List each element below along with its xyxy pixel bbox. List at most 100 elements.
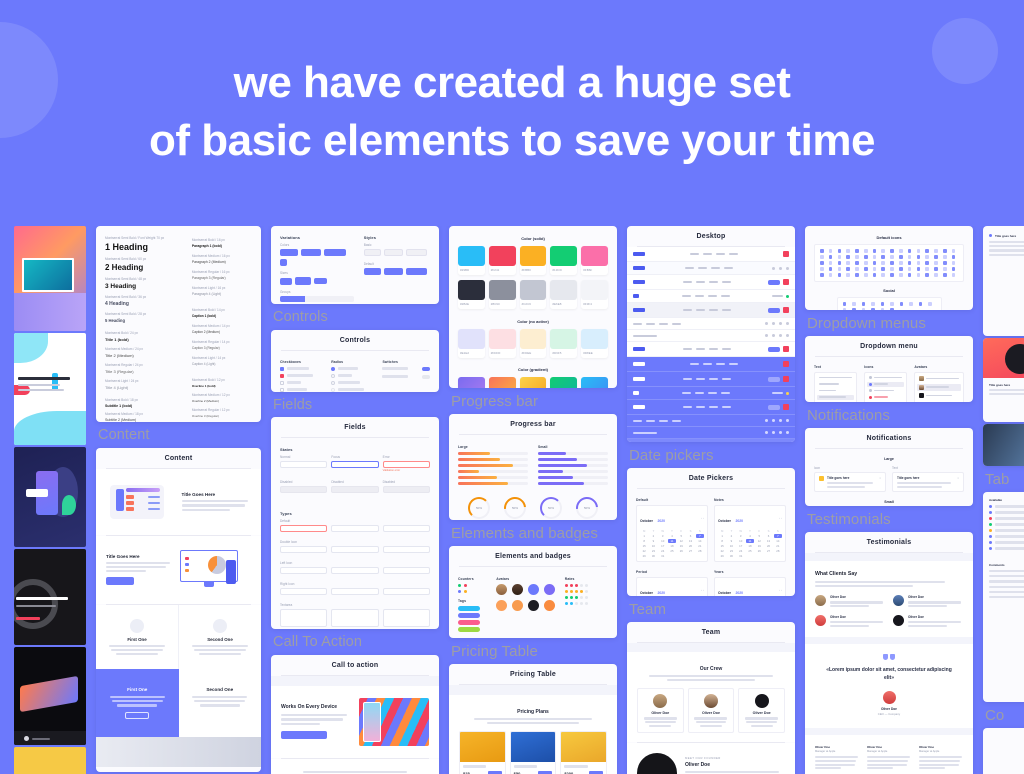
preview-thumbnail-yellow[interactable] xyxy=(14,747,86,774)
calendar-notes[interactable]: October 2020 ‹ › MTWTFSS 1234567 8 9 10 11 12… xyxy=(714,505,786,562)
content-cta-button[interactable] xyxy=(125,711,150,719)
button-small[interactable] xyxy=(280,277,292,285)
preview-thumbnail-landing-light[interactable] xyxy=(14,333,86,445)
field-error[interactable] xyxy=(382,461,430,468)
field-focus[interactable] xyxy=(331,461,379,468)
card-contacts-partial[interactable] xyxy=(983,728,1024,774)
team-member-3[interactable]: Oliver Doe xyxy=(738,688,785,733)
dropdown-avatar-list[interactable] xyxy=(914,372,964,402)
card-controls[interactable]: Controls Checkboxes Radios Switches xyxy=(271,329,439,392)
field-type-left-3[interactable] xyxy=(382,567,430,574)
button-right-icon[interactable] xyxy=(324,249,346,256)
button-default-1[interactable] xyxy=(363,268,381,275)
dropdown-item-selected[interactable] xyxy=(917,383,961,391)
button-basic-2[interactable] xyxy=(383,249,403,256)
dropdown-item-logout[interactable] xyxy=(867,395,904,400)
navbar-dark-4[interactable] xyxy=(627,400,795,415)
card-call-to-action[interactable]: Call to action Works On Every Device xyxy=(271,654,439,774)
calendar-years[interactable]: October 2020‹ › 2016 2017 2018 2019 2020… xyxy=(714,577,786,596)
card-progress-bar[interactable]: Progress bar Large Small 50% 50% 50% 50% xyxy=(449,414,617,520)
calendar-default[interactable]: October 2020 ‹ › MTWTFSS 1234567 8 9 10 11 12… xyxy=(636,505,708,562)
field-type-double-1[interactable] xyxy=(280,546,328,553)
button-default-3[interactable] xyxy=(405,268,427,275)
button-medium[interactable] xyxy=(295,277,311,285)
calendar-period[interactable]: October 2020‹ › MTWTFSS 1234567 89101112… xyxy=(636,577,708,596)
button-group-1[interactable] xyxy=(280,296,354,302)
navbar-dark-5[interactable] xyxy=(627,415,795,427)
close-icon[interactable]: × xyxy=(879,476,881,480)
team-member-2[interactable]: Oliver Doe xyxy=(687,688,735,733)
field-textarea-2[interactable] xyxy=(331,609,379,627)
content-read-more-button[interactable] xyxy=(106,577,134,586)
navbar-variant-2[interactable] xyxy=(627,262,795,275)
buy-button-1[interactable] xyxy=(487,770,502,774)
navbar-variant-4[interactable] xyxy=(627,290,795,303)
navbar-variant-6[interactable] xyxy=(627,318,795,330)
testimonial-item[interactable]: Oliver Doe xyxy=(815,595,885,608)
dropdown-item[interactable] xyxy=(817,375,854,380)
pricing-card-2[interactable]: $50 xyxy=(509,731,557,774)
card-icons[interactable]: Default icons Social xyxy=(805,226,973,310)
navbar-dark-6[interactable] xyxy=(627,427,795,439)
dropdown-item-selected[interactable] xyxy=(867,381,905,387)
card-team[interactable]: Team Our Crew Oliver Doe Oliver Doe Oliv… xyxy=(627,622,795,774)
dropdown-item[interactable] xyxy=(817,382,854,387)
notification-large-icon[interactable]: Title goes here × xyxy=(814,472,886,492)
preview-thumbnail-hero-gradient[interactable] xyxy=(14,226,86,331)
button-basic-1[interactable] xyxy=(363,249,381,256)
button-icon-only[interactable] xyxy=(280,259,287,266)
dropdown-item[interactable] xyxy=(867,388,904,393)
switch-on[interactable] xyxy=(421,366,430,371)
card-image-photo-partial[interactable] xyxy=(983,424,1024,466)
team-member-1[interactable]: Oliver Doe xyxy=(637,688,684,733)
navbar-variant-8[interactable] xyxy=(627,342,795,357)
card-image-red-partial[interactable]: Title goes here xyxy=(983,338,1024,422)
card-testimonials[interactable]: Testimonials What Clients Say Oliver Doe xyxy=(805,532,973,774)
card-tables-partial[interactable]: Title goes here xyxy=(983,226,1024,336)
field-type-left-1[interactable] xyxy=(280,567,328,574)
field-type-right-2[interactable] xyxy=(331,588,379,595)
dropdown-text-list[interactable] xyxy=(814,372,858,402)
navbar-dark-3[interactable] xyxy=(627,387,795,400)
card-date-pickers[interactable]: Date Pickers Default October 2020 ‹ › MTW… xyxy=(627,468,795,596)
navbar-dark-2[interactable] xyxy=(627,372,795,387)
dropdown-item-selected[interactable] xyxy=(817,394,855,400)
dropdown-item[interactable] xyxy=(817,388,854,393)
dropdown-item[interactable] xyxy=(917,375,961,382)
notification-large-text[interactable]: Title goes here × xyxy=(892,472,964,492)
field-textarea-3[interactable] xyxy=(382,609,430,627)
field-textarea-1[interactable] xyxy=(280,609,328,627)
buy-button-2[interactable] xyxy=(538,770,553,774)
navbar-dark-7[interactable] xyxy=(627,439,795,442)
card-fields[interactable]: Fields States Normal Focus Error Validati… xyxy=(271,417,439,629)
card-colors[interactable]: Color (solid) #29BD #F241 #FBB0 #13CD #F… xyxy=(449,226,617,388)
field-type-right-3[interactable] xyxy=(382,588,430,595)
button-tiny[interactable] xyxy=(314,278,327,284)
dropdown-item[interactable] xyxy=(917,392,961,399)
button-basic-3[interactable] xyxy=(405,249,427,256)
pricing-card-3[interactable]: $200 xyxy=(560,731,607,774)
button-default-2[interactable] xyxy=(383,268,403,275)
navbar-dark-1[interactable] xyxy=(627,357,795,372)
card-tables-list-partial[interactable]: Available Comments xyxy=(983,492,1024,702)
field-type-default-3[interactable] xyxy=(382,525,430,532)
field-type-default-1[interactable] xyxy=(280,525,328,532)
navbar-variant-1[interactable] xyxy=(627,247,795,262)
testimonial-item[interactable]: Oliver Doe xyxy=(815,615,885,628)
close-icon[interactable]: × xyxy=(957,476,959,480)
card-elements-badges[interactable]: Elements and badges Counters Tags Avatar… xyxy=(449,546,617,638)
pricing-card-1[interactable]: $25 xyxy=(459,731,506,774)
card-dropdown-menu[interactable]: Dropdown menu Text Icons Avatars xyxy=(805,336,973,402)
button-with-icon[interactable] xyxy=(301,249,321,256)
dropdown-item[interactable] xyxy=(867,375,904,380)
preview-thumbnail-app-dark[interactable] xyxy=(14,447,86,547)
icon-grid-social[interactable] xyxy=(836,296,942,310)
dropdown-icon-list[interactable] xyxy=(864,372,908,402)
field-type-right-1[interactable] xyxy=(280,588,328,595)
field-normal[interactable] xyxy=(280,461,328,468)
card-typography[interactable]: Montserrat Semi Bold / Font Weight 70 px… xyxy=(96,226,261,422)
card-buttons[interactable]: Variations Colors Sizes Groups Styles Ba… xyxy=(271,226,439,304)
field-type-default-2[interactable] xyxy=(331,525,379,532)
card-notifications[interactable]: Notifications Large Icon Title goes here xyxy=(805,428,973,506)
navbar-variant-5[interactable] xyxy=(627,303,795,318)
